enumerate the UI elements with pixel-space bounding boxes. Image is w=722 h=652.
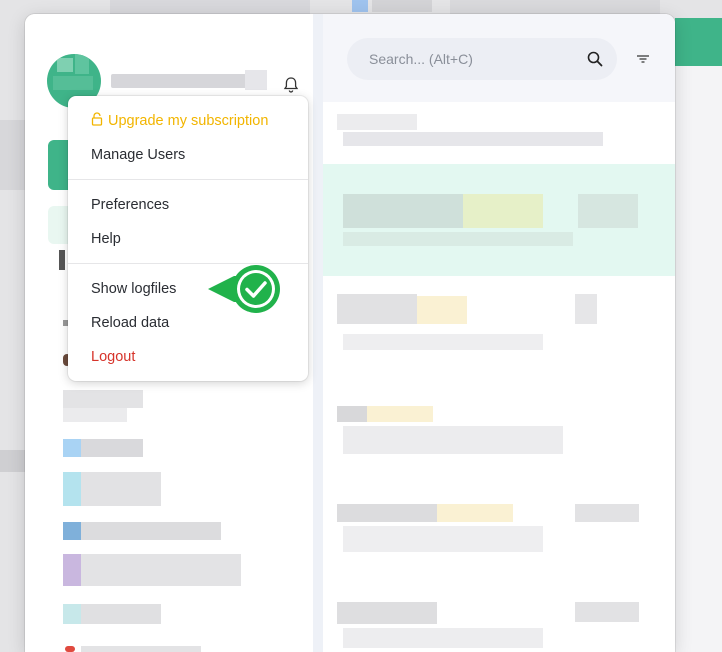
- user-name-blurred: [111, 74, 266, 88]
- search-icon[interactable]: [587, 51, 603, 67]
- menu-divider: [68, 179, 308, 180]
- upgrade-subscription-label: Upgrade my subscription: [108, 113, 269, 129]
- search-input[interactable]: Search... (Alt+C): [369, 51, 587, 67]
- manage-users-item[interactable]: Manage Users: [68, 139, 308, 171]
- main-panel: Search... (Alt+C): [323, 14, 675, 652]
- help-item[interactable]: Help: [68, 223, 308, 255]
- account-dropdown-menu: Upgrade my subscription Manage Users Pre…: [68, 96, 308, 381]
- preferences-item[interactable]: Preferences: [68, 189, 308, 221]
- sidebar-divider[interactable]: [313, 14, 323, 652]
- bell-icon[interactable]: [283, 76, 299, 94]
- filter-icon[interactable]: [635, 52, 651, 66]
- logout-item[interactable]: Logout: [68, 341, 308, 373]
- user-extra-blurred: [245, 70, 267, 90]
- lock-icon: [91, 112, 103, 126]
- upgrade-subscription-item[interactable]: Upgrade my subscription: [68, 105, 308, 137]
- check-icon: [208, 265, 280, 313]
- search-bar[interactable]: Search... (Alt+C): [347, 38, 617, 80]
